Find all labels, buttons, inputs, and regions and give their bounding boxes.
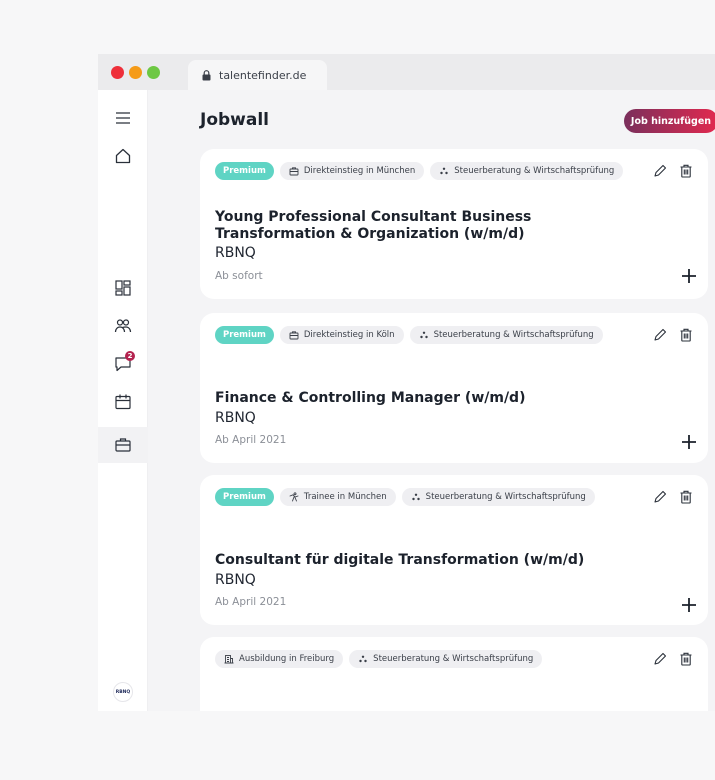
company-logo[interactable]: RBNQ <box>113 682 133 702</box>
edit-icon[interactable] <box>652 327 668 343</box>
sidebar-item-home[interactable] <box>113 146 133 166</box>
cluster-icon <box>359 655 367 663</box>
sidebar-item-jobs[interactable] <box>113 435 133 455</box>
trash-icon[interactable] <box>678 327 694 343</box>
team-icon <box>114 319 132 333</box>
dashboard-icon <box>115 280 131 296</box>
job-card[interactable]: Ausbildung in Freiburg Steuerberatung & … <box>200 637 708 711</box>
industry-label: Steuerberatung & Wirtschaftsprüfung <box>433 330 594 340</box>
sidebar-item-menu[interactable] <box>113 108 133 128</box>
job-card[interactable]: Premium Direkteinstieg in München Steuer… <box>200 149 708 299</box>
close-window-button[interactable] <box>111 66 124 79</box>
job-type-label: Ausbildung in Freiburg <box>239 654 335 664</box>
briefcase-icon <box>115 438 131 452</box>
trash-icon[interactable] <box>678 489 694 505</box>
industry-label: Steuerberatung & Wirtschaftsprüfung <box>425 492 586 502</box>
industry-tag: Steuerberatung & Wirtschaftsprüfung <box>430 162 624 180</box>
url-text: talentefinder.de <box>219 68 307 82</box>
main-content: Jobwall Job hinzufügen Premium Direktein… <box>148 90 715 711</box>
home-icon <box>115 148 131 164</box>
sidebar-item-calendar[interactable] <box>113 392 133 412</box>
job-title[interactable]: Consultant für digitale Transformation (… <box>215 552 645 569</box>
premium-badge: Premium <box>215 488 274 506</box>
job-actions <box>652 327 694 343</box>
job-type-tag: Trainee in München <box>279 488 396 506</box>
sidebar: 2 RBNQ <box>98 90 148 711</box>
industry-tag: Steuerberatung & Wirtschaftsprüfung <box>409 326 603 344</box>
minimize-window-button[interactable] <box>129 66 142 79</box>
start-date: Ab April 2021 <box>215 596 287 608</box>
premium-badge: Premium <box>215 326 274 344</box>
industry-label: Steuerberatung & Wirtschaftsprüfung <box>373 654 534 664</box>
company-name: RBNQ <box>215 572 256 588</box>
cluster-icon <box>419 331 428 339</box>
job-tags: Premium Trainee in München Steuerberatun… <box>215 488 595 506</box>
page-title: Jobwall <box>200 110 270 130</box>
company-name: RBNQ <box>215 410 256 426</box>
plus-icon[interactable] <box>680 596 698 614</box>
edit-icon[interactable] <box>652 489 668 505</box>
job-title[interactable]: Finance & Controlling Manager (w/m/d) <box>215 390 645 407</box>
job-actions <box>652 651 694 667</box>
menu-icon <box>116 112 130 124</box>
job-type-label: Direkteinstieg in München <box>303 166 416 176</box>
premium-badge: Premium <box>215 162 274 180</box>
cluster-icon <box>411 493 420 501</box>
sidebar-item-dashboard[interactable] <box>113 278 133 298</box>
job-type-tag: Direkteinstieg in Köln <box>279 326 404 344</box>
browser-window: talentefinder.de 2 RBNQ Jobwall Job hinz… <box>98 54 715 711</box>
job-card[interactable]: Premium Trainee in München Steuerberatun… <box>200 475 708 625</box>
plus-icon[interactable] <box>680 433 698 451</box>
industry-tag: Steuerberatung & Wirtschaftsprüfung <box>401 488 595 506</box>
job-title[interactable]: Young Professional Consultant Business T… <box>215 209 645 243</box>
message-count-badge: 2 <box>125 351 135 361</box>
job-tags: Ausbildung in Freiburg Steuerberatung & … <box>215 650 543 668</box>
window-controls <box>111 66 160 79</box>
maximize-window-button[interactable] <box>147 66 160 79</box>
trainee-icon <box>289 492 299 502</box>
job-tags: Premium Direkteinstieg in Köln Steuerber… <box>215 326 603 344</box>
edit-icon[interactable] <box>652 651 668 667</box>
sidebar-item-team[interactable] <box>113 316 133 336</box>
job-actions <box>652 489 694 505</box>
calendar-icon <box>115 394 131 410</box>
edit-icon[interactable] <box>652 163 668 179</box>
industry-label: Steuerberatung & Wirtschaftsprüfung <box>454 166 615 176</box>
start-date: Ab April 2021 <box>215 434 287 446</box>
briefcase-icon <box>289 331 299 340</box>
start-date: Ab sofort <box>215 270 263 282</box>
company-name: RBNQ <box>215 245 256 261</box>
browser-tab[interactable]: talentefinder.de <box>188 60 327 90</box>
job-tags: Premium Direkteinstieg in München Steuer… <box>215 162 624 180</box>
sidebar-item-messages[interactable]: 2 <box>113 351 135 374</box>
job-type-tag: Ausbildung in Freiburg <box>215 650 344 668</box>
job-type-label: Trainee in München <box>303 492 387 502</box>
cluster-icon <box>440 167 448 175</box>
lock-icon <box>202 69 211 80</box>
briefcase-icon <box>289 167 299 176</box>
job-card[interactable]: Premium Direkteinstieg in Köln Steuerber… <box>200 313 708 463</box>
job-actions <box>652 163 694 179</box>
plus-icon[interactable] <box>680 267 698 285</box>
building-icon <box>224 655 234 664</box>
job-type-tag: Direkteinstieg in München <box>279 162 425 180</box>
industry-tag: Steuerberatung & Wirtschaftsprüfung <box>349 650 543 668</box>
browser-titlebar: talentefinder.de <box>98 54 715 90</box>
logo-text: RBNQ <box>115 689 131 695</box>
add-job-button[interactable]: Job hinzufügen <box>624 109 715 133</box>
trash-icon[interactable] <box>678 651 694 667</box>
trash-icon[interactable] <box>678 163 694 179</box>
job-type-label: Direkteinstieg in Köln <box>303 330 395 340</box>
